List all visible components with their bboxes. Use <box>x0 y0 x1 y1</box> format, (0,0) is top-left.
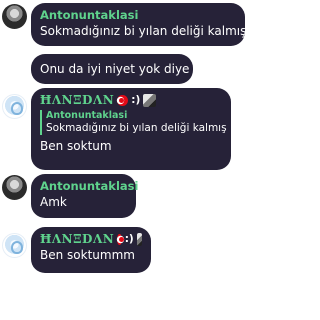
message-bubble[interactable]: Onu da iyi niyet yok diye <box>31 54 193 84</box>
profile-image-icon <box>143 94 157 107</box>
turkey-flag-icon <box>117 95 129 106</box>
avatar-antonuntaklasi[interactable] <box>2 4 27 29</box>
sender-header: ĦΛNΞDΛN :) <box>40 93 222 108</box>
reply-quote[interactable]: Antonuntaklasi Sokmadığınız bi yılan del… <box>40 110 227 135</box>
message-bubble[interactable]: ĦΛNΞDΛN :) Antonuntaklasi Sokmadığınız b… <box>31 88 231 170</box>
message-text: Ben soktummm <box>40 248 135 262</box>
message-bubble[interactable]: Antonuntaklasi Amk <box>31 174 138 218</box>
sender-name[interactable]: Antonuntaklasi <box>40 8 236 23</box>
message-text: Amk <box>40 195 67 209</box>
message-bubble[interactable]: Antonuntaklasi Sokmadığınız bi yılan del… <box>31 3 247 46</box>
turkey-flag-icon <box>117 234 126 245</box>
sender-name[interactable]: Antonuntaklasi <box>40 179 138 194</box>
message-text: Ben soktum <box>40 139 112 153</box>
profile-image-icon <box>136 233 142 246</box>
sender-name[interactable]: ĦΛNΞDΛN <box>40 232 114 247</box>
sender-header: ĦΛNΞDΛN :) <box>40 232 142 247</box>
message-bubble[interactable]: ĦΛNΞDΛN :) Ben soktummm <box>31 227 151 273</box>
avatar-hanedan[interactable] <box>2 94 27 119</box>
sender-suffix: :) <box>131 94 141 106</box>
message-text: Sokmadığınız bi yılan deliği kalmış <box>40 24 247 38</box>
reply-sender-name: Antonuntaklasi <box>46 110 128 121</box>
sender-name[interactable]: ĦΛNΞDΛN <box>40 93 114 108</box>
avatar-hanedan[interactable] <box>2 233 27 258</box>
avatar-antonuntaklasi[interactable] <box>2 175 27 200</box>
message-text: Onu da iyi niyet yok diye <box>40 62 190 76</box>
sender-suffix: :) <box>124 233 134 245</box>
reply-text: Sokmadığınız bi yılan deliği kalmış <box>46 122 227 134</box>
